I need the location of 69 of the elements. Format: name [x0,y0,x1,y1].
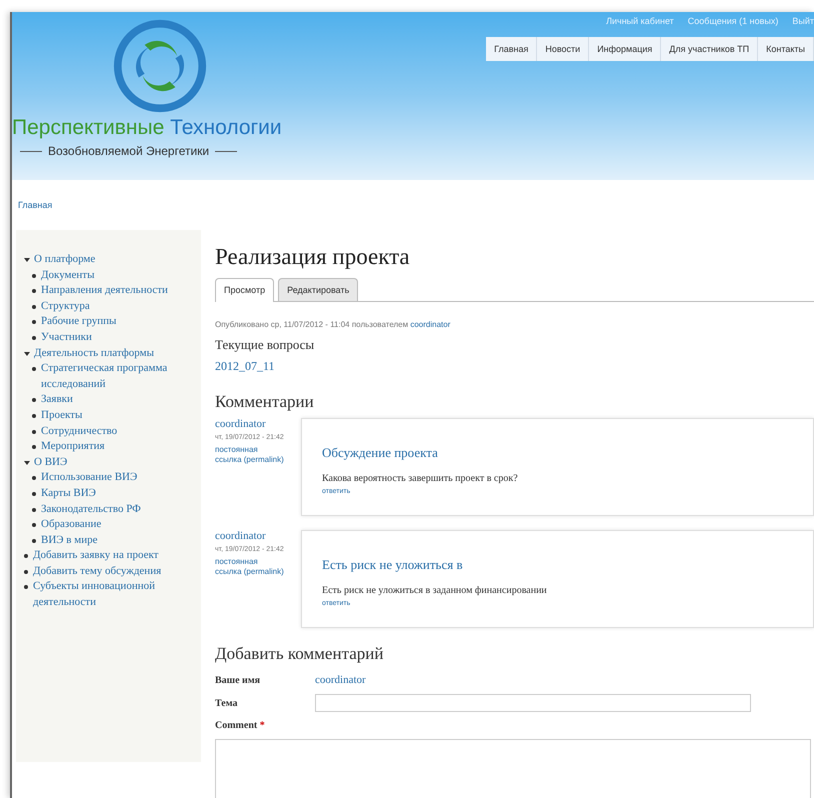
required-mark: * [260,720,265,731]
bullet-icon [32,430,36,434]
bullet-icon [32,523,36,528]
bullet-icon [32,274,36,278]
permalink[interactable]: постоянная ссылка (permalink) [215,445,285,465]
sidebar-item[interactable]: Карты ВИЭ [41,486,181,502]
bullet-icon [32,304,36,309]
permalink[interactable]: постоянная ссылка (permalink) [215,557,285,577]
nav-tab[interactable]: Главная [486,37,538,61]
bullet-icon [32,398,36,402]
bullet-icon [32,538,36,543]
tab[interactable]: Просмотр [215,278,274,302]
sidebar-item[interactable]: Проекты [41,408,181,424]
field-label: Comment [215,720,258,731]
bullet-icon [32,508,36,512]
section-heading: Добавить комментарий [215,644,384,664]
sidebar-item[interactable]: Участники [41,330,181,346]
field-label: Ваше имя [215,674,262,686]
nav-tab[interactable]: Информация [589,37,662,61]
bullet-icon [32,414,36,418]
sidebar-item[interactable]: Документы [41,268,181,284]
comment-text: Какова вероятность завершить проект в срок? [322,473,519,484]
swirl-logo-icon [112,18,208,114]
author-link[interactable]: coordinator [215,530,285,542]
sidebar-item[interactable]: Образование [41,517,181,533]
sidebar-item[interactable]: О ВИЭ [34,454,174,470]
page-title: Реализация проекта [215,244,411,270]
sidebar-item[interactable]: Заявки [41,392,181,408]
user-name-link[interactable]: coordinator [315,674,366,686]
comment-textarea[interactable] [215,739,811,798]
sidebar-item[interactable]: Добавить заявку на проект [33,548,173,564]
comment-title-link[interactable]: Есть риск не уложиться в [322,557,793,573]
field-label: Текущие вопросы [215,337,316,353]
nav-tab[interactable]: Контакты [758,37,814,61]
field-label: Тема [215,698,238,708]
author-link[interactable]: coordinator [215,418,285,430]
site-slogan: Возобновляемой Энергетики [48,144,210,158]
sidebar-item[interactable]: Добавить тему обсуждения [33,564,173,580]
term-link[interactable]: 2012_07_11 [215,359,814,374]
sidebar-item[interactable]: Стратегическая программа исследований [41,361,181,392]
submitted-text: Опубликовано ср, 11/07/2012 - 11:04 пользователем [215,320,408,329]
sidebar-item[interactable]: Рабочие группы [41,314,181,330]
nav-tab[interactable]: Для участников ТП [661,37,758,61]
sidebar-item[interactable]: ВИЭ в мире [41,532,181,548]
site-name: Перспективные Технологии [12,116,282,140]
sidebar-item[interactable]: Структура [41,298,181,314]
bullet-icon [32,320,36,324]
bullet-icon [32,367,36,372]
sidebar-item[interactable]: Субъекты инновационной деятельности [33,579,173,611]
sidebar-item[interactable]: Сотрудничество [41,424,181,440]
author-link[interactable]: coordinator [410,320,450,329]
section-heading: Комментарии [215,392,315,412]
sidebar-item[interactable]: О платформе [34,252,174,268]
sidebar-item[interactable]: Направления деятельности [41,283,181,299]
bullet-icon [32,445,36,450]
comment-title-link[interactable]: Обсуждение проекта [322,445,793,461]
breadcrumb-link[interactable]: Главная [18,200,52,210]
bullet-icon [32,336,36,340]
bullet-icon [32,476,36,480]
sidebar-item[interactable]: Мероприятия [41,439,181,455]
bullet-icon [32,289,36,294]
sidebar-item[interactable]: Законодательство РФ [41,502,181,518]
bullet-icon [32,492,36,496]
sidebar-item[interactable]: Использование ВИЭ [41,470,181,486]
subject-input[interactable] [315,694,751,712]
nav-tab[interactable]: Новости [537,37,590,61]
sidebar-item[interactable]: Деятельность платформы [34,346,174,362]
comment-text: Есть риск не уложиться в заданном финансировании [322,585,548,596]
tab[interactable]: Редактировать [278,278,358,301]
